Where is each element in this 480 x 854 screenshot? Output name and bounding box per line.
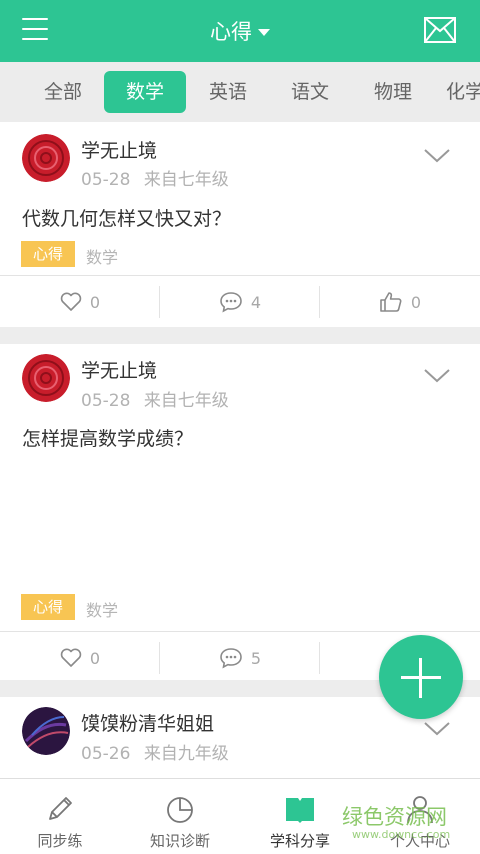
nav-label: 学科分享 — [269, 832, 330, 850]
thumbs-up-count: 0 — [410, 292, 422, 312]
comment-icon — [220, 648, 242, 669]
thumbs-up-button[interactable]: 0 — [320, 276, 480, 328]
post-date: 05-26 — [81, 744, 131, 764]
post-author[interactable]: 学无止境 — [81, 356, 157, 383]
heart-icon — [60, 648, 82, 667]
tab-all[interactable]: 全部 — [30, 71, 96, 113]
favorite-count: 0 — [89, 292, 101, 312]
post-date: 05-28 — [81, 170, 131, 190]
open-book-icon — [286, 798, 314, 823]
galaxy-avatar-icon — [22, 707, 70, 755]
caret-down-icon — [258, 28, 270, 36]
post-meta: 05-28 来自七年级 — [81, 165, 229, 190]
subject-tabs: 全部 数学 英语 语文 物理 化学 — [0, 62, 480, 122]
tab-english[interactable]: 英语 — [196, 71, 260, 113]
post-meta: 05-26 来自九年级 — [81, 739, 229, 764]
watermark-url: www.downcc.com — [352, 828, 451, 841]
post-date: 05-28 — [81, 391, 131, 411]
post-tag: 心得 — [21, 241, 75, 267]
comment-count: 5 — [250, 648, 262, 668]
post-author[interactable]: 馍馍粉清华姐姐 — [81, 709, 214, 736]
mail-icon[interactable] — [424, 17, 456, 43]
tab-math[interactable]: 数学 — [104, 71, 186, 113]
favorite-button[interactable]: 0 — [0, 632, 160, 684]
hamburger-menu-icon[interactable] — [22, 18, 48, 42]
favorite-button[interactable]: 0 — [0, 276, 160, 328]
plus-icon — [419, 658, 422, 698]
post-source: 来自七年级 — [143, 391, 229, 411]
add-post-button[interactable] — [379, 635, 463, 719]
top-bar: 心得 — [0, 0, 480, 62]
favorite-count: 0 — [89, 648, 101, 668]
post-subject: 数学 — [86, 601, 119, 620]
page-title: 心得 — [210, 20, 252, 44]
watermark: 绿色资源网 — [342, 805, 447, 829]
chevron-down-icon[interactable] — [424, 369, 450, 383]
post-source: 来自七年级 — [143, 170, 229, 190]
pencil-icon — [49, 797, 72, 820]
avatar[interactable] — [22, 354, 70, 402]
category-dropdown[interactable]: 心得 — [210, 16, 270, 46]
chevron-down-icon[interactable] — [424, 722, 450, 736]
post-card[interactable]: 学无止境 05-28 来自七年级 怎样提高数学成绩？ 心得 数学 0 5 — [0, 344, 480, 680]
post-author[interactable]: 学无止境 — [81, 136, 157, 163]
avatar[interactable] — [22, 707, 70, 755]
nav-sync-practice[interactable]: 同步练 — [0, 779, 120, 854]
avatar[interactable] — [22, 134, 70, 182]
rose-avatar-icon — [22, 354, 70, 402]
nav-label: 知识诊断 — [149, 832, 210, 850]
tab-chinese[interactable]: 语文 — [278, 71, 342, 113]
tab-chemistry[interactable]: 化学 — [446, 71, 480, 113]
app: 心得 全部 数学 英语 语文 物理 化学 学无止境 05-28 来自七年级 代数… — [0, 0, 480, 854]
post-title[interactable]: 代数几何怎样又快又对？ — [22, 204, 231, 231]
nav-label: 同步练 — [37, 832, 83, 850]
post-meta: 05-28 来自七年级 — [81, 386, 229, 411]
pie-chart-icon — [167, 797, 193, 823]
rose-avatar-icon — [22, 134, 70, 182]
post-subject: 数学 — [86, 248, 119, 267]
comment-button[interactable]: 4 — [160, 276, 320, 328]
comment-count: 4 — [250, 292, 262, 312]
comment-icon — [220, 292, 242, 313]
tab-physics[interactable]: 物理 — [361, 71, 425, 113]
post-source: 来自九年级 — [143, 744, 229, 764]
comment-button[interactable]: 5 — [160, 632, 320, 684]
post-tag: 心得 — [21, 594, 75, 620]
post-title[interactable]: 怎样提高数学成绩？ — [22, 424, 193, 451]
post-actions: 0 4 0 — [0, 275, 480, 327]
thumbs-up-icon — [380, 292, 402, 312]
post-card[interactable]: 学无止境 05-28 来自七年级 代数几何怎样又快又对？ 心得 数学 0 4 0 — [0, 122, 480, 327]
nav-knowledge-diagnosis[interactable]: 知识诊断 — [120, 779, 240, 854]
chevron-down-icon[interactable] — [424, 149, 450, 163]
heart-icon — [60, 292, 82, 311]
